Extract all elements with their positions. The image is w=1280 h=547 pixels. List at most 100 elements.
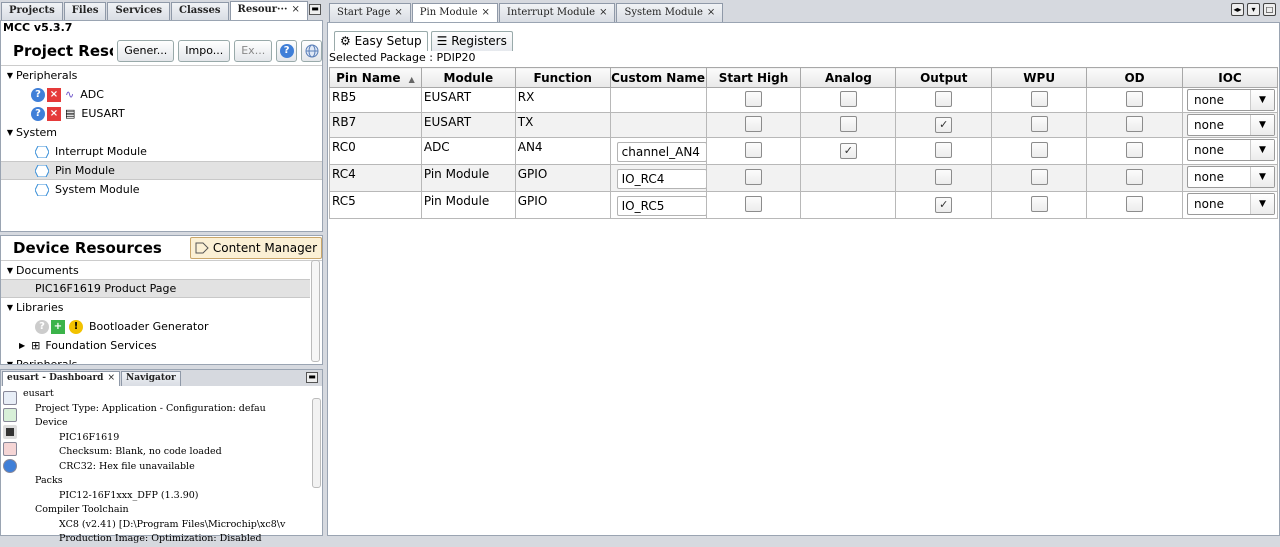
help-icon[interactable]: ? [31,87,45,102]
wpu-checkbox[interactable] [1030,168,1048,185]
close-icon[interactable]: × [599,7,607,18]
output-checkbox[interactable] [935,90,953,107]
custom-name-input[interactable]: IO_RC5 [616,196,707,216]
start-high-checkbox[interactable] [744,195,762,212]
column-header[interactable]: Custom Name [609,67,707,88]
globe-button[interactable] [301,39,322,62]
start-high-checkbox[interactable] [744,141,762,158]
od-checkbox[interactable] [1126,168,1144,185]
start-high-checkbox[interactable] [744,168,762,185]
import-button[interactable]: Impo... [178,39,231,62]
tree-item-adc[interactable]: ? × ∿ ADC [1,85,322,104]
ioc-select[interactable]: none ▼ [1187,193,1275,215]
refresh-icon[interactable] [3,408,17,422]
dash-node[interactable]: Production Image: Optimization: Disabled [23,532,308,547]
column-header[interactable]: Function [514,67,611,88]
start-high-checkbox[interactable] [744,115,762,132]
ioc-select[interactable]: none ▼ [1187,166,1275,188]
tab-interrupt-module[interactable]: Interrupt Module × [498,3,616,22]
properties-icon[interactable] [3,391,17,405]
tab-classes[interactable]: Classes [171,2,229,20]
dash-node[interactable]: XC8 (v2.41) [D:\Program Files\Microchip\… [23,518,308,533]
column-header[interactable]: IOC [1182,67,1278,88]
add-icon[interactable]: + [51,319,65,334]
tab-registers[interactable]: ☰ Registers [430,31,513,51]
tree-item-eusart[interactable]: ? × ▤ EUSART [1,104,322,123]
tab-navigator[interactable]: Navigator [121,371,181,386]
sort-ascending-icon[interactable]: ▲ [409,75,415,84]
tab-projects[interactable]: Projects [1,2,63,20]
generate-button[interactable]: Gener... [117,39,175,62]
tree-item-pin-module[interactable]: Pin Module [1,161,322,180]
column-header[interactable]: Start High [705,67,802,88]
custom-name-input[interactable]: IO_RC4 [616,169,707,189]
tab-files[interactable]: Files [63,2,107,20]
analog-checkbox[interactable] [839,115,857,132]
tab-dashboard[interactable]: eusart - Dashboard × [2,371,121,386]
dash-node[interactable]: PIC16F1619 [23,431,308,446]
expand-right-icon[interactable]: ▶ [19,336,25,355]
od-checkbox[interactable] [1126,90,1144,107]
dash-node[interactable]: Device [23,416,308,431]
tab-resources[interactable]: Resour··· × [229,1,308,20]
chevron-down-icon[interactable]: ▼ [1250,90,1274,110]
remove-icon[interactable]: × [47,87,61,102]
notes-icon[interactable] [3,442,17,456]
analog-checkbox[interactable] [839,90,857,107]
close-icon[interactable]: × [107,373,115,383]
scroll-tabs-icon[interactable]: ◂▸ [1231,3,1244,16]
column-header[interactable]: OD [1086,67,1184,88]
column-header[interactable]: WPU [991,67,1088,88]
chevron-down-icon[interactable]: ▼ [1250,167,1274,187]
tree-item-interrupt-module[interactable]: Interrupt Module [1,142,322,161]
ioc-select[interactable]: none ▼ [1187,89,1275,111]
od-checkbox[interactable] [1126,115,1144,132]
dash-node[interactable]: Project Type: Application - Configuratio… [23,402,308,417]
chevron-down-icon[interactable]: ▼ [1250,115,1274,135]
tab-easy-setup[interactable]: ⚙ Easy Setup [334,31,428,51]
tree-item-product-page[interactable]: PIC16F1619 Product Page [1,279,310,298]
tab-services[interactable]: Services [107,2,171,20]
minimize-icon[interactable]: ▬ [306,372,318,383]
expand-down-icon[interactable]: ▼ [4,66,16,85]
dash-node[interactable]: Compiler Toolchain [23,503,308,518]
output-checkbox[interactable]: ✓ [935,197,953,213]
remove-icon[interactable]: × [47,106,61,121]
chevron-down-icon[interactable]: ▼ [1250,140,1274,160]
wpu-checkbox[interactable] [1030,141,1048,158]
analog-checkbox[interactable]: ✓ [839,143,857,159]
minimize-icon[interactable]: ▬ [309,4,321,15]
ioc-select[interactable]: none ▼ [1187,114,1275,136]
info-icon[interactable] [3,459,17,473]
maximize-icon[interactable]: □ [1263,3,1276,16]
dash-node[interactable]: Packs [23,474,308,489]
tab-start-page[interactable]: Start Page × [329,3,411,22]
custom-name-input[interactable]: channel_AN4 [616,142,707,162]
export-button[interactable]: Ex... [234,39,273,62]
scrollbar[interactable] [311,260,320,362]
dash-node[interactable]: eusart [23,387,308,402]
column-header[interactable]: Output [895,67,993,88]
tree-item-bootloader[interactable]: ? +! Bootloader Generator [1,317,322,336]
scrollbar[interactable] [312,398,321,488]
tree-system[interactable]: ▼ System [1,123,322,142]
close-icon[interactable]: × [394,7,402,18]
help-icon[interactable]: ? [31,106,45,121]
chevron-down-icon[interactable]: ▼ [1250,194,1274,214]
column-header[interactable]: Pin Name ▲ [329,67,422,88]
output-checkbox[interactable] [935,141,953,158]
tab-pin-module[interactable]: Pin Module × [411,3,498,22]
dash-node[interactable]: PIC12-16F1xxx_DFP (1.3.90) [23,489,308,504]
dash-node[interactable]: Checksum: Blank, no code loaded [23,445,308,460]
start-high-checkbox[interactable] [744,90,762,107]
dash-node[interactable]: CRC32: Hex file unavailable [23,460,308,475]
wpu-checkbox[interactable] [1030,90,1048,107]
tree-item-foundation[interactable]: ▶ ⊞ Foundation Services [1,336,322,355]
tree-peripherals[interactable]: ▼ Peripherals [1,66,322,85]
wpu-checkbox[interactable] [1030,115,1048,132]
content-manager-button[interactable]: Content Manager [189,237,322,259]
expand-down-icon[interactable]: ▼ [4,261,16,280]
chip-icon[interactable] [3,425,17,439]
column-header[interactable]: Module [420,67,516,88]
tree-device-peripherals[interactable]: ▼ Peripherals [1,355,322,364]
